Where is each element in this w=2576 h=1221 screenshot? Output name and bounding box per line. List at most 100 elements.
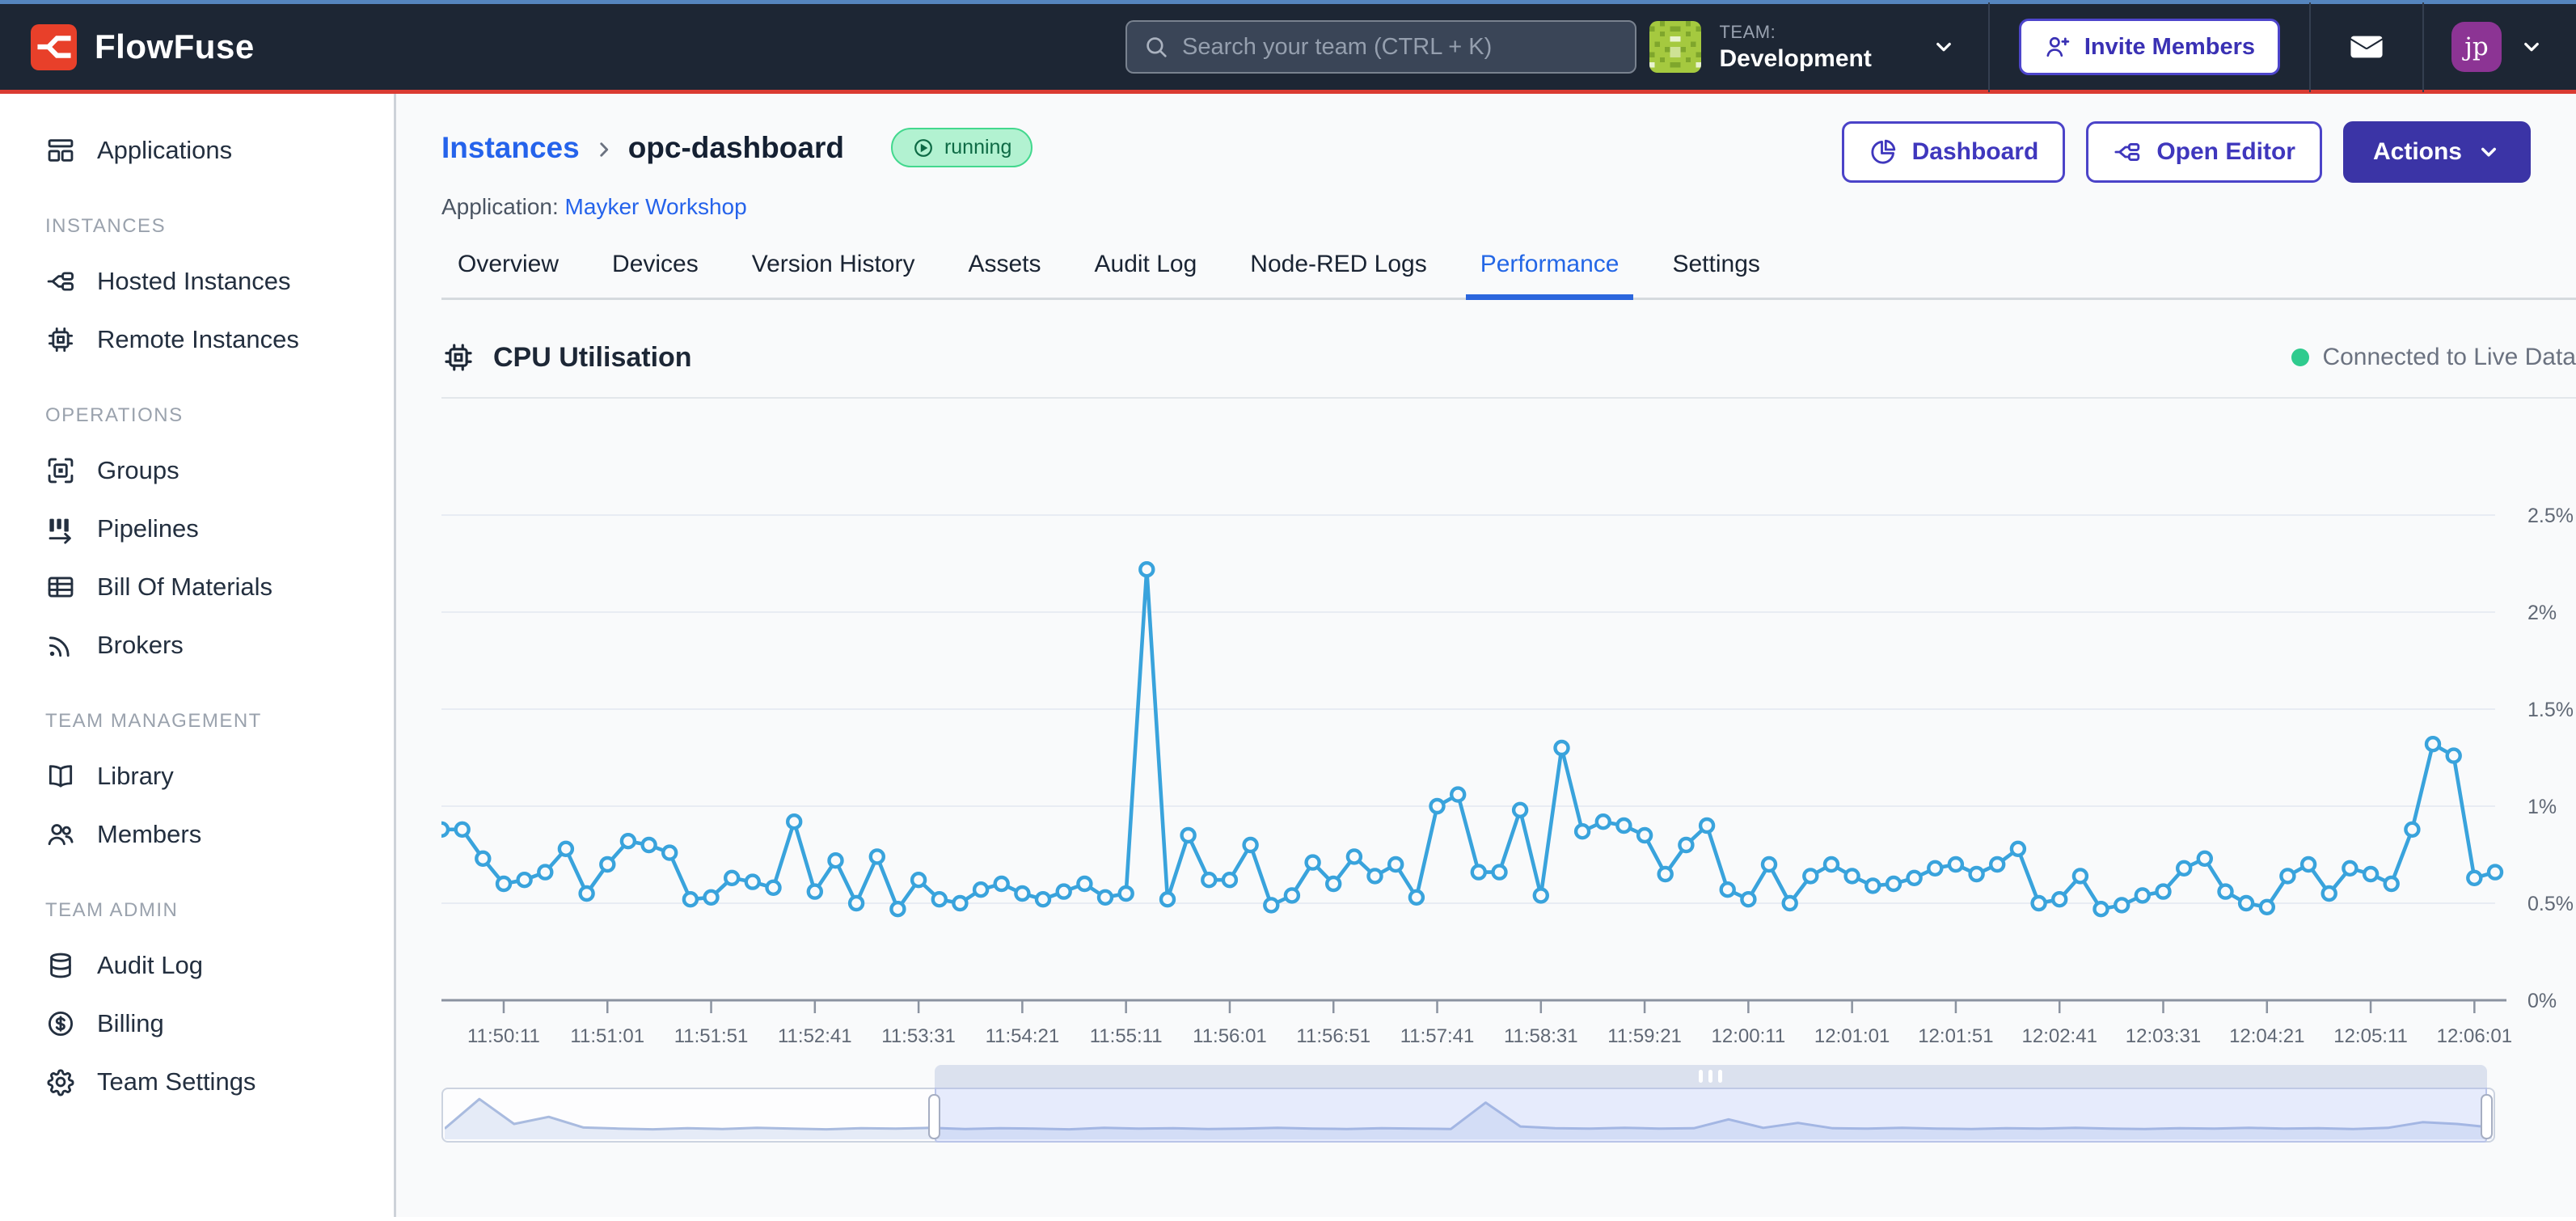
tab-overview[interactable]: Overview — [458, 251, 559, 298]
dashboard-button[interactable]: Dashboard — [1842, 121, 2066, 183]
applications-icon — [45, 135, 76, 166]
svg-text:11:50:11: 11:50:11 — [467, 1025, 540, 1047]
tab-node-red-logs[interactable]: Node-RED Logs — [1250, 251, 1426, 298]
svg-text:12:03:31: 12:03:31 — [2126, 1025, 2201, 1047]
tab-settings[interactable]: Settings — [1672, 251, 1759, 298]
chip-icon — [45, 324, 76, 355]
sidebar-item-applications[interactable]: Applications — [0, 121, 394, 180]
sidebar-item-billing[interactable]: Billing — [0, 995, 394, 1053]
svg-text:12:05:11: 12:05:11 — [2333, 1025, 2408, 1047]
brush-grip-icon — [1708, 1070, 1712, 1083]
sidebar-section-heading: TEAM ADMIN — [45, 899, 394, 922]
brush-handle-left[interactable] — [928, 1094, 940, 1139]
actions-button[interactable]: Actions — [2343, 121, 2531, 183]
svg-text:1.5%: 1.5% — [2527, 699, 2574, 721]
sidebar-item-label: Brokers — [97, 631, 184, 660]
sidebar-item-audit-log[interactable]: Audit Log — [0, 936, 394, 995]
open-editor-button[interactable]: Open Editor — [2086, 121, 2322, 183]
sidebar-section-heading: INSTANCES — [45, 215, 394, 238]
chevron-right-icon — [593, 138, 615, 161]
invite-members-label: Invite Members — [2084, 34, 2255, 61]
svg-text:0.5%: 0.5% — [2527, 893, 2574, 915]
invite-wrap: Invite Members — [1990, 19, 2309, 75]
svg-text:11:51:51: 11:51:51 — [674, 1025, 749, 1047]
flow-icon — [45, 266, 76, 297]
user-menu[interactable]: jp — [2424, 22, 2552, 72]
svg-text:2.5%: 2.5% — [2527, 505, 2574, 527]
sidebar-item-label: Members — [97, 820, 201, 849]
cpu-panel-title: CPU Utilisation — [441, 340, 692, 374]
team-name: Development — [1719, 45, 1871, 73]
svg-text:11:53:31: 11:53:31 — [881, 1025, 956, 1047]
notifications-button[interactable] — [2311, 28, 2422, 65]
panel-divider — [441, 397, 2576, 399]
open-editor-button-label: Open Editor — [2156, 138, 2295, 166]
node-red-flow-icon — [2113, 137, 2142, 167]
sidebar-item-label: Audit Log — [97, 951, 203, 980]
live-status-dot — [2291, 349, 2309, 366]
page-title: opc-dashboard — [628, 131, 844, 165]
actions-button-label: Actions — [2373, 138, 2462, 166]
sidebar-item-library[interactable]: Library — [0, 747, 394, 805]
team-selector[interactable]: TEAM: Development — [1617, 4, 1987, 90]
top-navbar: FlowFuse — [0, 4, 2576, 94]
cpu-chart-svg: 11:50:1111:51:0111:51:5111:52:4111:53:31… — [441, 421, 2576, 1060]
currency-dollar-icon — [45, 1008, 76, 1039]
brush-handle-right[interactable] — [2481, 1094, 2493, 1139]
svg-text:12:06:01: 12:06:01 — [2437, 1025, 2512, 1047]
sidebar-item-hosted-instances[interactable]: Hosted Instances — [0, 252, 394, 311]
search-icon — [1143, 34, 1169, 60]
invite-members-button[interactable]: Invite Members — [2019, 19, 2280, 75]
tab-assets[interactable]: Assets — [968, 251, 1041, 298]
navbar-right: TEAM: Development Invite Members — [1617, 4, 2552, 90]
svg-text:11:52:41: 11:52:41 — [778, 1025, 852, 1047]
play-circle-icon — [912, 137, 935, 159]
tab-devices[interactable]: Devices — [612, 251, 699, 298]
cpu-series-line — [441, 569, 2495, 909]
search-input[interactable] — [1182, 34, 1619, 61]
sidebar-item-members[interactable]: Members — [0, 805, 394, 864]
cpu-panel-title-label: CPU Utilisation — [493, 342, 692, 374]
svg-text:12:02:41: 12:02:41 — [2022, 1025, 2097, 1047]
sidebar-item-pipelines[interactable]: Pipelines — [0, 500, 394, 558]
sidebar-item-label: Applications — [97, 136, 232, 165]
team-search — [1125, 20, 1636, 74]
tab-audit-log[interactable]: Audit Log — [1095, 251, 1197, 298]
page-header-row: Instances opc-dashboard running — [441, 121, 2576, 183]
brand-name: FlowFuse — [95, 27, 255, 66]
sidebar-item-label: Groups — [97, 456, 179, 485]
sidebar-item-groups[interactable]: Groups — [0, 442, 394, 500]
dashboard-button-label: Dashboard — [1912, 138, 2039, 166]
breadcrumb-instances-link[interactable]: Instances — [441, 131, 580, 165]
main-content: Instances opc-dashboard running — [396, 94, 2576, 1217]
pipelines-icon — [45, 513, 76, 544]
application-line: Application: Mayker Workshop — [441, 194, 2576, 220]
svg-text:1%: 1% — [2527, 796, 2557, 818]
status-badge-label: running — [944, 136, 1011, 159]
instance-tabs: Overview Devices Version History Assets Audi… — [441, 251, 2576, 300]
sidebar-item-bill-of-materials[interactable]: Bill Of Materials — [0, 558, 394, 616]
flowfuse-logo[interactable]: FlowFuse — [31, 24, 255, 70]
svg-text:2%: 2% — [2527, 602, 2557, 624]
chart-y-labels: 0%0.5%1%1.5%2%2.5% — [2527, 505, 2574, 1012]
svg-text:11:54:21: 11:54:21 — [986, 1025, 1060, 1047]
cpu-panel-header: CPU Utilisation Connected to Live Data — [441, 340, 2576, 374]
sidebar-item-brokers[interactable]: Brokers — [0, 616, 394, 674]
application-link[interactable]: Mayker Workshop — [565, 194, 747, 219]
gear-icon — [45, 1067, 76, 1097]
sidebar-item-team-settings[interactable]: Team Settings — [0, 1053, 394, 1111]
sidebar-item-label: Library — [97, 762, 174, 791]
tab-performance[interactable]: Performance — [1480, 251, 1620, 298]
svg-text:11:57:41: 11:57:41 — [1400, 1025, 1475, 1047]
header-buttons: Dashboard Open Editor Actions — [1842, 121, 2531, 183]
brush-selection[interactable] — [935, 1065, 2487, 1143]
sidebar-section-heading: TEAM MANAGEMENT — [45, 710, 394, 733]
brush-drag-bar[interactable] — [935, 1065, 2487, 1088]
live-status: Connected to Live Data — [2291, 344, 2576, 371]
tab-version-history[interactable]: Version History — [752, 251, 915, 298]
chart-gridlines — [441, 515, 2495, 903]
sidebar-item-remote-instances[interactable]: Remote Instances — [0, 311, 394, 369]
breadcrumb: Instances opc-dashboard running — [441, 128, 1033, 167]
broadcast-icon — [45, 630, 76, 661]
sidebar-section-heading: OPERATIONS — [45, 404, 394, 427]
